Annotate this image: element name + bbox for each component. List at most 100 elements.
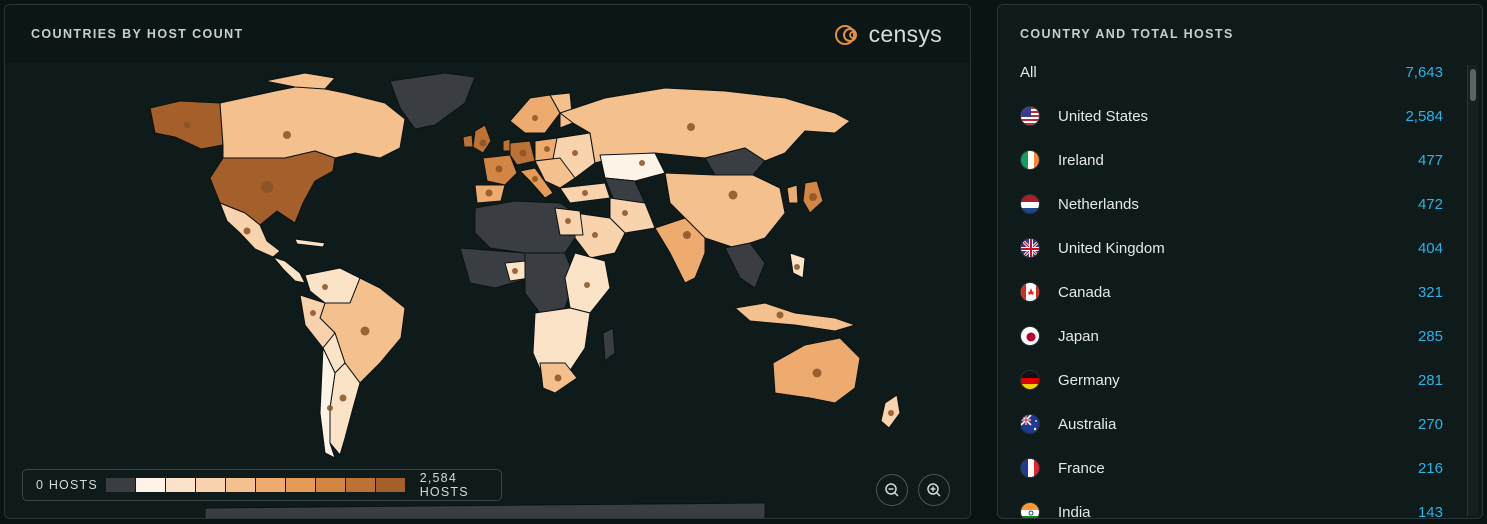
country-name: Australia	[1058, 416, 1117, 433]
marker-australia	[812, 368, 822, 378]
marker-united-states	[261, 181, 273, 193]
zoom-out-icon	[885, 483, 899, 497]
list-row-country[interactable]: France 216	[998, 449, 1468, 489]
marker-kenya	[584, 282, 590, 288]
host-count: 477	[1417, 152, 1443, 169]
marker-france	[495, 165, 503, 173]
country-cuba	[294, 238, 326, 248]
de-flag-icon	[1020, 370, 1040, 390]
scrollbar-thumb[interactable]	[1470, 69, 1476, 101]
legend-swatch	[255, 478, 286, 492]
zoom-in-button[interactable]	[918, 474, 950, 506]
host-count-legend: 0 HOSTS 2,584 HOSTS	[22, 469, 502, 501]
country-name: United States	[1058, 108, 1149, 125]
countries-map-panel: COUNTRIES BY HOST COUNT censys 0 HOSTS 2…	[4, 4, 971, 519]
brand-name: censys	[868, 21, 942, 47]
in-flag-icon	[1020, 502, 1040, 518]
marker-canada	[283, 131, 291, 139]
us-flag-icon	[1020, 106, 1040, 126]
marker-saudi	[592, 232, 598, 238]
marker-south-africa	[554, 374, 562, 382]
marker-ukraine	[572, 150, 578, 156]
list-scrollbar[interactable]	[1467, 65, 1478, 516]
legend-swatch	[225, 478, 256, 492]
host-count: 216	[1417, 460, 1443, 477]
marker-new-zealand	[888, 410, 894, 416]
map-panel-header: COUNTRIES BY HOST COUNT censys	[5, 5, 970, 63]
list-row-country[interactable]: Ireland 477	[998, 141, 1468, 181]
legend-swatch	[375, 478, 406, 492]
marker-egypt	[565, 218, 571, 224]
list-row-all[interactable]: All 7,643	[998, 53, 1468, 93]
list-row-country[interactable]: Australia 270	[998, 405, 1468, 445]
marker-uk	[479, 139, 487, 147]
marker-turkey	[582, 190, 588, 196]
marker-argentina	[339, 394, 347, 402]
legend-swatch	[105, 478, 136, 492]
marker-kazakhstan	[639, 160, 645, 166]
country-name: United Kingdom	[1058, 240, 1165, 257]
censys-logo-icon	[834, 24, 857, 45]
country-kazakhstan	[599, 152, 666, 182]
legend-swatch	[165, 478, 196, 492]
list-panel-title: COUNTRY AND TOTAL HOSTS	[1020, 27, 1234, 41]
host-count: 2,584	[1405, 108, 1443, 125]
marker-alaska	[183, 121, 191, 129]
marker-india	[683, 231, 691, 239]
host-count: 285	[1417, 328, 1443, 345]
world-map-canvas[interactable]	[5, 63, 971, 519]
country-name: Canada	[1058, 284, 1111, 301]
legend-swatch	[285, 478, 316, 492]
list-row-country[interactable]: Germany 281	[998, 361, 1468, 401]
country-ireland	[462, 134, 474, 148]
country-name: India	[1058, 504, 1091, 519]
jp-flag-icon	[1020, 326, 1040, 346]
zoom-out-button[interactable]	[876, 474, 908, 506]
world-map[interactable]: 0 HOSTS 2,584 HOSTS	[5, 63, 971, 519]
legend-swatch	[195, 478, 226, 492]
ie-flag-icon	[1020, 150, 1040, 170]
legend-color-scale	[105, 478, 406, 492]
country-russia	[559, 87, 851, 164]
host-count: 404	[1417, 240, 1443, 257]
list-row-country[interactable]: India 143	[998, 493, 1468, 519]
list-row-country[interactable]: Canada 321	[998, 273, 1468, 313]
list-row-country[interactable]: United States 2,584	[998, 97, 1468, 137]
marker-philippines	[794, 264, 800, 270]
host-count: 7,643	[1405, 64, 1443, 81]
list-panel-header: COUNTRY AND TOTAL HOSTS	[998, 5, 1482, 51]
censys-logo: censys	[834, 21, 942, 48]
country-netherlands	[502, 138, 511, 152]
country-name: France	[1058, 460, 1105, 477]
list-row-country[interactable]: Japan 285	[998, 317, 1468, 357]
country-united-kingdom	[472, 124, 492, 154]
country-indonesia	[734, 302, 856, 332]
legend-swatch	[315, 478, 346, 492]
country-name: Germany	[1058, 372, 1120, 389]
zoom-in-icon	[927, 483, 941, 497]
legend-max-label: 2,584 HOSTS	[419, 471, 469, 499]
list-row-country[interactable]: United Kingdom 404	[998, 229, 1468, 269]
gb-flag-icon	[1020, 238, 1040, 258]
country-canada	[219, 84, 406, 159]
marker-mexico	[243, 227, 251, 235]
country-southeast-asia	[724, 242, 766, 289]
legend-swatch	[135, 478, 166, 492]
country-canada-islands	[264, 72, 336, 90]
country-name: Ireland	[1058, 152, 1104, 169]
au-flag-icon	[1020, 414, 1040, 434]
marker-spain	[485, 189, 493, 197]
country-central-america	[272, 256, 306, 284]
country-name: Netherlands	[1058, 196, 1139, 213]
marker-iran	[622, 210, 628, 216]
legend-swatch	[345, 478, 376, 492]
ca-flag-icon	[1020, 282, 1040, 302]
marker-russia	[687, 123, 695, 131]
host-count: 321	[1417, 284, 1443, 301]
marker-brazil	[360, 326, 370, 336]
marker-china	[728, 190, 738, 200]
country-korea	[786, 184, 799, 204]
list-row-country[interactable]: Netherlands 472	[998, 185, 1468, 225]
legend-min-label: 0 HOSTS	[36, 478, 98, 492]
country-list[interactable]: All 7,643 United States 2,584 Ireland 477 Neth…	[998, 51, 1468, 519]
